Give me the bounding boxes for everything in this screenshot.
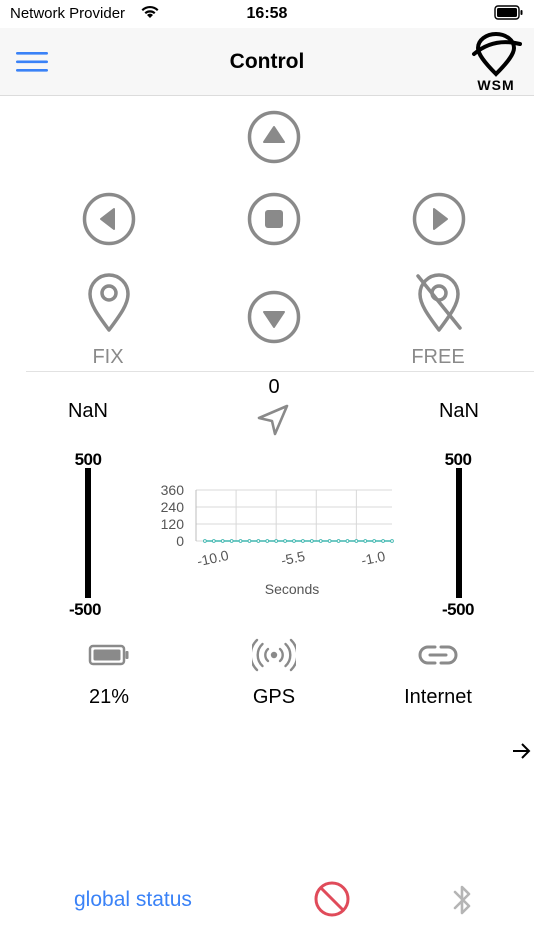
chart-x-tick: -1.0 [360,548,387,569]
gps-status: GPS [252,686,296,708]
chart-x-tick: -10.0 [196,547,231,569]
battery-icon [494,5,523,20]
chart-point [283,539,287,543]
chart-point [381,539,385,543]
chart-point [363,539,368,543]
wsm-logo: WSM [470,32,522,94]
chart-point [309,539,314,543]
right-reading: NaN [438,400,479,422]
arrow-right-button[interactable] [412,192,466,246]
internet-status: Internet [404,686,472,708]
chart-point [238,539,243,543]
gps-signal-icon [252,638,296,672]
chart-point [203,539,207,543]
chart-x-tick: -5.5 [279,548,306,569]
page-title: Control [229,50,305,73]
chart-point [256,539,261,543]
right-gauge-max: 500 [444,450,472,469]
logo-text: WSM [477,77,515,93]
chart-point [345,539,350,543]
arrow-right-icon[interactable] [510,740,532,762]
left-gauge-max: 500 [74,450,102,469]
chart-y-tick: 0 [176,533,184,549]
left-gauge-bar [85,468,91,598]
chart-point [318,539,323,543]
global-status-link[interactable]: global status [74,888,192,912]
hamburger-menu-icon[interactable] [16,50,48,74]
no-entry-icon[interactable] [313,880,351,918]
fix-label: FIX [92,346,124,368]
chart-point [390,539,394,543]
right-gauge-min: -500 [441,600,475,619]
left-gauge-min: -500 [68,600,102,619]
bluetooth-icon[interactable] [450,882,474,918]
heading-history-chart: 3602401200 -10.0 -5.5 -1.0 Seconds [161,482,394,597]
chart-point [354,539,359,543]
chart-point [229,539,234,543]
right-gauge-bar [456,468,462,598]
free-label: FREE [411,346,465,368]
chart-point [327,539,332,543]
stop-button[interactable] [247,192,301,246]
status-bar: Network Provider 16:58 [0,0,534,28]
arrow-down-button[interactable] [247,290,301,344]
chart-point [292,539,296,543]
chart-point [336,539,341,543]
arrow-up-button[interactable] [247,110,301,164]
heading-value: 0 [268,376,280,398]
chart-point [247,539,252,543]
chart-x-label: Seconds [265,581,319,597]
link-icon [418,645,458,665]
chart-point [274,539,279,543]
clock: 16:58 [246,5,288,22]
battery-level: 21% [88,686,130,708]
chart-y-tick: 360 [161,482,185,498]
chart-point [220,539,225,543]
chart-point [372,539,377,543]
nav-bar: Control WSM [0,28,534,96]
fix-location-button[interactable] [82,270,136,334]
chart-y-tick: 240 [161,499,185,515]
battery-icon [88,644,129,666]
free-location-button[interactable] [412,270,466,334]
chart-point [211,539,216,543]
chart-y-tick: 120 [161,516,185,532]
arrow-left-button[interactable] [82,192,136,246]
chart-point [265,539,270,543]
chart-point [301,539,305,543]
navigation-arrow-icon [257,404,289,436]
section-divider [26,371,534,372]
logo-mark-icon [472,32,522,77]
left-reading: NaN [67,400,108,422]
